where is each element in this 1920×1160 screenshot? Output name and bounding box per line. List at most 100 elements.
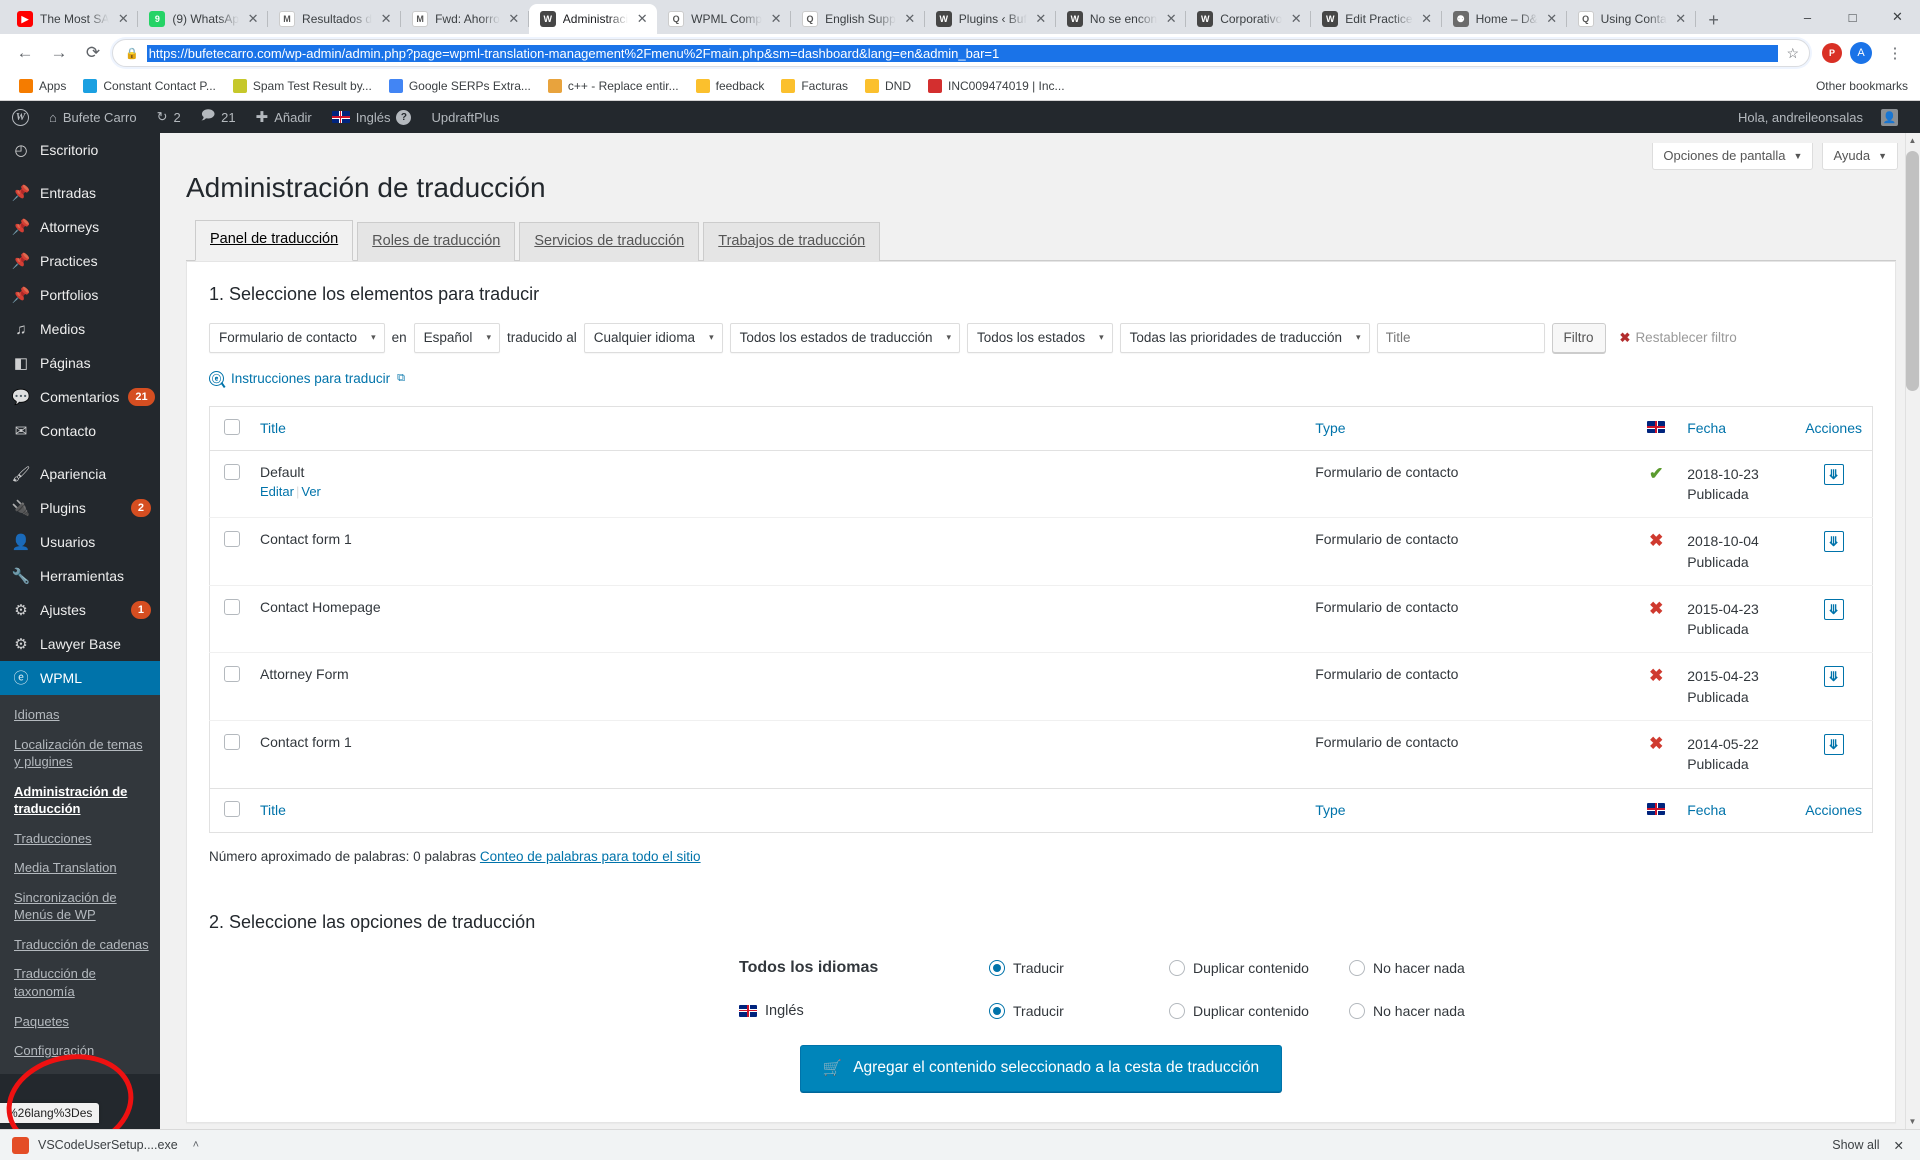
download-item[interactable]: VSCodeUserSetup....exe ˄ bbox=[6, 1136, 209, 1154]
bookmark-item[interactable]: Facturas bbox=[774, 76, 855, 96]
bookmark-star-icon[interactable]: ☆ bbox=[1786, 45, 1803, 62]
header-date[interactable]: Fecha bbox=[1677, 406, 1796, 451]
close-icon[interactable]: ✕ bbox=[246, 12, 260, 26]
wp-logo-menu[interactable]: W bbox=[2, 101, 39, 133]
radio-button[interactable] bbox=[1169, 959, 1185, 976]
close-icon[interactable]: ✕ bbox=[1034, 12, 1048, 26]
updates-menu[interactable]: ↻ 2 bbox=[147, 101, 191, 133]
status-select[interactable]: Todos los estados ▾ bbox=[967, 322, 1113, 353]
close-window-button[interactable]: ✕ bbox=[1875, 1, 1920, 33]
site-word-count-link[interactable]: Conteo de palabras para todo el sitio bbox=[480, 849, 701, 864]
add-to-basket-icon[interactable]: ⤋ bbox=[1823, 666, 1844, 688]
close-icon[interactable]: ✕ bbox=[1545, 12, 1559, 26]
bookmark-item[interactable]: Google SERPs Extra... bbox=[382, 76, 538, 96]
sidebar-item-entradas[interactable]: 📌 Entradas bbox=[0, 176, 160, 210]
page-tab[interactable]: Panel de traducción bbox=[195, 220, 354, 261]
sidebar-item-escritorio[interactable]: ◴ Escritorio bbox=[0, 133, 160, 167]
browser-tab[interactable]: ⚉ Home – D& ✕ bbox=[1442, 4, 1567, 34]
row-checkbox[interactable] bbox=[224, 666, 240, 683]
row-checkbox[interactable] bbox=[224, 598, 240, 615]
sidebar-item-ajustes[interactable]: ⚙ Ajustes 1 bbox=[0, 593, 160, 627]
page-tab[interactable]: Servicios de traducción bbox=[519, 222, 700, 261]
bookmark-item[interactable]: c++ - Replace entir... bbox=[541, 76, 686, 96]
wpml-submenu-item[interactable]: Idiomas bbox=[0, 700, 160, 730]
radio-button[interactable] bbox=[989, 1002, 1005, 1019]
close-icon[interactable]: ✕ bbox=[769, 12, 783, 26]
reset-filter-link[interactable]: ✖ Restablecer filtro bbox=[1620, 330, 1737, 346]
wpml-submenu-item[interactable]: Sincronización de Menús de WP bbox=[0, 883, 160, 930]
wpml-submenu-item[interactable]: Paquetes bbox=[0, 1007, 160, 1037]
row-action-editar[interactable]: Editar bbox=[260, 484, 294, 499]
radio-option[interactable]: Traducir bbox=[989, 1002, 1169, 1019]
browser-tab[interactable]: ▶ The Most SA ✕ bbox=[6, 4, 139, 34]
target-language-select[interactable]: Cualquier idioma ▾ bbox=[583, 322, 723, 353]
radio-option[interactable]: No hacer nada bbox=[1349, 1002, 1529, 1019]
screen-options-button[interactable]: Opciones de pantalla ▼ bbox=[1652, 143, 1814, 170]
comments-menu[interactable]: 🗩 21 bbox=[191, 101, 246, 133]
browser-tab[interactable]: W Corporativo ✕ bbox=[1186, 4, 1312, 34]
close-icon[interactable]: ✕ bbox=[1674, 12, 1688, 26]
sidebar-item-lawyer-base[interactable]: ⚙ Lawyer Base bbox=[0, 627, 160, 661]
wpml-submenu-item[interactable]: Media Translation bbox=[0, 853, 160, 883]
source-language-select[interactable]: Español ▾ bbox=[413, 322, 500, 353]
close-icon[interactable]: ✕ bbox=[507, 12, 521, 26]
add-to-basket-icon[interactable]: ⤋ bbox=[1823, 598, 1844, 620]
row-checkbox[interactable] bbox=[224, 531, 240, 548]
question-icon[interactable]: ? bbox=[396, 109, 412, 125]
priority-select[interactable]: Todas las prioridades de traducción ▾ bbox=[1119, 322, 1370, 353]
site-name-menu[interactable]: ⌂ Bufete Carro bbox=[39, 101, 147, 133]
footer-date[interactable]: Fecha bbox=[1677, 787, 1796, 833]
show-all-button[interactable]: Show all bbox=[1832, 1138, 1879, 1152]
radio-button[interactable] bbox=[989, 959, 1005, 976]
new-tab-button[interactable]: + bbox=[1700, 6, 1728, 34]
sidebar-item-apariencia[interactable]: 🖌 Apariencia bbox=[0, 457, 160, 491]
reload-button[interactable]: ⟳ bbox=[78, 38, 108, 68]
close-icon[interactable]: ✕ bbox=[379, 12, 393, 26]
bookmark-item[interactable]: DND bbox=[858, 76, 918, 96]
radio-option[interactable]: No hacer nada bbox=[1349, 959, 1529, 976]
radio-option[interactable]: Duplicar contenido bbox=[1169, 959, 1349, 976]
radio-option[interactable]: Duplicar contenido bbox=[1169, 1002, 1349, 1019]
title-search-input[interactable] bbox=[1376, 322, 1545, 353]
radio-button[interactable] bbox=[1349, 1002, 1365, 1019]
sidebar-item-contacto[interactable]: ✉ Contacto bbox=[0, 414, 160, 448]
profile-button[interactable]: A bbox=[1850, 42, 1872, 64]
bookmark-item[interactable]: feedback bbox=[689, 76, 772, 96]
radio-button[interactable] bbox=[1349, 959, 1365, 976]
close-icon[interactable]: ✕ bbox=[903, 12, 917, 26]
sidebar-item-portfolios[interactable]: 📌 Portfolios bbox=[0, 278, 160, 312]
sidebar-item-usuarios[interactable]: 👤 Usuarios bbox=[0, 525, 160, 559]
sidebar-item-attorneys[interactable]: 📌 Attorneys bbox=[0, 210, 160, 244]
close-icon[interactable]: ✕ bbox=[635, 12, 649, 26]
sidebar-item-comentarios[interactable]: 💬 Comentarios 21 bbox=[0, 380, 160, 414]
wpml-submenu-item[interactable]: Administración de traducción bbox=[0, 777, 160, 824]
page-tab[interactable]: Trabajos de traducción bbox=[703, 222, 881, 261]
close-icon[interactable]: ✕ bbox=[1164, 12, 1178, 26]
sidebar-item-wpml[interactable]: ⓔ WPML bbox=[0, 661, 168, 695]
help-button[interactable]: Ayuda ▼ bbox=[1822, 143, 1898, 170]
browser-tab[interactable]: W Administraci ✕ bbox=[528, 4, 658, 34]
select-all-checkbox-footer[interactable] bbox=[224, 800, 240, 817]
bookmark-item[interactable]: Spam Test Result by... bbox=[226, 76, 379, 96]
browser-tab[interactable]: 9 (9) WhatsAp ✕ bbox=[138, 4, 268, 34]
add-to-basket-icon[interactable]: ⤋ bbox=[1823, 531, 1844, 553]
radio-button[interactable] bbox=[1169, 1002, 1185, 1019]
browser-tab[interactable]: M Fwd: Ahorro ✕ bbox=[401, 4, 529, 34]
back-button[interactable]: ← bbox=[10, 38, 40, 68]
header-type[interactable]: Type bbox=[1305, 406, 1636, 451]
wpml-submenu-item[interactable]: Traducción de taxonomía bbox=[0, 959, 160, 1006]
bookmark-item[interactable]: Constant Contact P... bbox=[76, 76, 223, 96]
select-all-checkbox[interactable] bbox=[224, 418, 240, 435]
page-tab[interactable]: Roles de traducción bbox=[357, 222, 516, 261]
close-icon[interactable]: ✕ bbox=[116, 12, 130, 26]
bookmark-item[interactable]: INC009474019 | Inc... bbox=[921, 76, 1072, 96]
browser-tab[interactable]: W Edit Practice ✕ bbox=[1311, 4, 1442, 34]
wpml-submenu-item[interactable]: Configuración bbox=[0, 1036, 160, 1066]
language-menu[interactable]: Inglés ? bbox=[322, 101, 422, 133]
minimize-button[interactable]: – bbox=[1785, 1, 1830, 33]
wpml-submenu-item[interactable]: Traducciones bbox=[0, 824, 160, 854]
browser-tab[interactable]: M Resultados d ✕ bbox=[268, 4, 402, 34]
browser-menu-button[interactable]: ⋮ bbox=[1880, 38, 1910, 68]
wpml-submenu-item[interactable]: Traducción de cadenas bbox=[0, 930, 160, 960]
updraftplus-menu[interactable]: UpdraftPlus bbox=[421, 101, 509, 133]
